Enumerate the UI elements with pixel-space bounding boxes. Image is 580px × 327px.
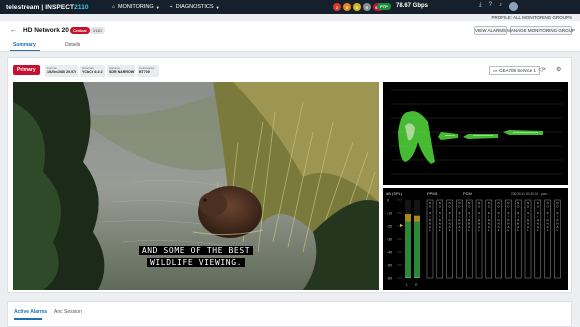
back-arrow-icon[interactable]: ← bbox=[10, 27, 17, 34]
db-scale-tick: -50 bbox=[387, 264, 392, 268]
stream-panel: Primary Format 1920x1080 29.97i Structur… bbox=[7, 57, 572, 293]
caption-service-value: CEA708 Service 1 bbox=[499, 68, 537, 73]
meter-l-label: L bbox=[406, 283, 408, 287]
top-icons: ⤓ ? ♪ bbox=[479, 2, 518, 11]
video-preview[interactable]: AND SOME OF THE BEST WILDLIFE VIEWING. bbox=[13, 82, 379, 290]
nav-diagnostics[interactable]: ⌁ DIAGNOSTICS ▼ bbox=[170, 4, 220, 10]
audio-meters[interactable]: dB (SPL) PPM1 PCM 230:30:11 20:30:01 · p… bbox=[383, 188, 568, 290]
info-structure: Structure YCbCr 4:2:2 bbox=[80, 65, 105, 77]
meter-level-bar bbox=[414, 215, 420, 222]
db-scale-tick: 0 bbox=[387, 199, 389, 203]
caption-text-2: WILDLIFE VIEWING. bbox=[146, 258, 246, 267]
divider bbox=[0, 51, 580, 52]
db-scale-tick: -20 bbox=[387, 225, 392, 229]
primary-badge[interactable]: Primary bbox=[13, 65, 40, 75]
audio-timestamp: 230:30:11 20:30:01 · pcm... bbox=[511, 192, 550, 196]
caption-line-2: WILDLIFE VIEWING. bbox=[13, 258, 379, 267]
gear-icon[interactable]: ⚙ bbox=[556, 66, 561, 73]
waveform-monitor[interactable] bbox=[383, 82, 568, 185]
brand-name: telestream | INSPECT bbox=[6, 3, 75, 11]
alert-critical-count[interactable]: 2 bbox=[333, 3, 341, 11]
caption-text-1: AND SOME OF THE BEST bbox=[138, 246, 254, 255]
brand-version: 2110 bbox=[74, 3, 89, 11]
captions-icon: ▭ bbox=[493, 67, 498, 73]
alarms-panel: Active Alarms Anc Session bbox=[7, 301, 572, 327]
info-structure-value: YCbCr 4:2:2 bbox=[82, 70, 103, 74]
severity-badge: Critical bbox=[70, 27, 90, 34]
caption-service-select[interactable]: ▭ CEA708 Service 1 bbox=[489, 66, 541, 75]
bell-icon[interactable]: ♪ bbox=[499, 2, 502, 11]
avatar[interactable] bbox=[509, 2, 518, 11]
waveform-graph bbox=[391, 89, 563, 175]
view-alarms-button[interactable]: VIEW ALARMS bbox=[474, 26, 507, 35]
nav-monitoring-label: MONITORING bbox=[118, 4, 154, 10]
pulse-icon: ⌁ bbox=[169, 4, 173, 10]
tab-active-alarms[interactable]: Active Alarms bbox=[14, 309, 47, 315]
nav-diagnostics-label: DIAGNOSTICS bbox=[175, 4, 214, 10]
meter-r-label: R bbox=[415, 283, 418, 287]
profile-selector[interactable]: PROFILE: ALL MONITORING GROUPS bbox=[491, 15, 572, 20]
info-gamma-value: SDR NARROW bbox=[109, 70, 135, 74]
audio-ppm-label: PPM1 bbox=[427, 191, 439, 196]
manage-monitoring-group-button[interactable]: MANAGE MONITORING GROUP bbox=[507, 26, 575, 35]
db-scale-tick: -10 bbox=[387, 212, 392, 216]
download-icon[interactable]: ⤓ bbox=[479, 2, 482, 11]
ptp-status-badge[interactable]: PTP bbox=[377, 3, 391, 10]
reference-level-marker: ▶ bbox=[400, 223, 404, 228]
mute-icon[interactable]: ◁× bbox=[538, 66, 546, 73]
page-title: HD Network 20 bbox=[23, 27, 69, 34]
stream-id-badge: 2110 bbox=[90, 27, 105, 34]
active-tab-indicator bbox=[14, 318, 42, 320]
info-colorimetry-value: BT709 bbox=[139, 70, 150, 74]
profile-row: PROFILE: ALL MONITORING GROUPS bbox=[0, 14, 580, 21]
alert-minor-count[interactable]: 0 bbox=[353, 3, 361, 11]
page-header: ← HD Network 20 Critical 2110 VIEW ALARM… bbox=[0, 21, 580, 52]
top-nav-bar: telestream | INSPECT2110 ⌂ MONITORING ▼ … bbox=[0, 0, 580, 14]
db-scale-tick: -60 bbox=[387, 277, 392, 281]
help-icon[interactable]: ? bbox=[489, 2, 492, 11]
audio-pcm-label: PCM bbox=[463, 191, 472, 196]
info-gamma: Gamma SDR NARROW bbox=[107, 65, 135, 77]
chevron-down-icon: ▼ bbox=[215, 4, 220, 10]
info-format-value: 1920x1080 29.97i bbox=[47, 70, 76, 74]
tab-details[interactable]: Details bbox=[65, 42, 80, 48]
home-icon: ⌂ bbox=[112, 4, 116, 10]
bandwidth-readout: 78.67 Gbps bbox=[396, 3, 429, 9]
audio-meter-graph: dB (SPL) PPM1 PCM 230:30:11 20:30:01 · p… bbox=[386, 191, 561, 287]
audio-db-label: dB (SPL) bbox=[386, 191, 403, 196]
db-scale-tick: -30 bbox=[387, 238, 392, 242]
alert-major-count[interactable]: 0 bbox=[343, 3, 351, 11]
tab-summary[interactable]: Summary bbox=[13, 42, 36, 48]
info-format: Format 1920x1080 29.97i bbox=[45, 65, 78, 77]
alert-info-count[interactable]: 0 bbox=[363, 3, 371, 11]
info-colorimetry: Colorimetry BT709 bbox=[137, 65, 159, 77]
brand-logo[interactable]: telestream | INSPECT2110 bbox=[0, 4, 100, 11]
db-scale-tick: -40 bbox=[387, 251, 392, 255]
chevron-down-icon: ▼ bbox=[155, 4, 160, 10]
tab-anc-session[interactable]: Anc Session bbox=[54, 309, 82, 315]
nav-monitoring[interactable]: ⌂ MONITORING ▼ bbox=[112, 4, 160, 10]
caption-line-1: AND SOME OF THE BEST bbox=[13, 246, 379, 255]
